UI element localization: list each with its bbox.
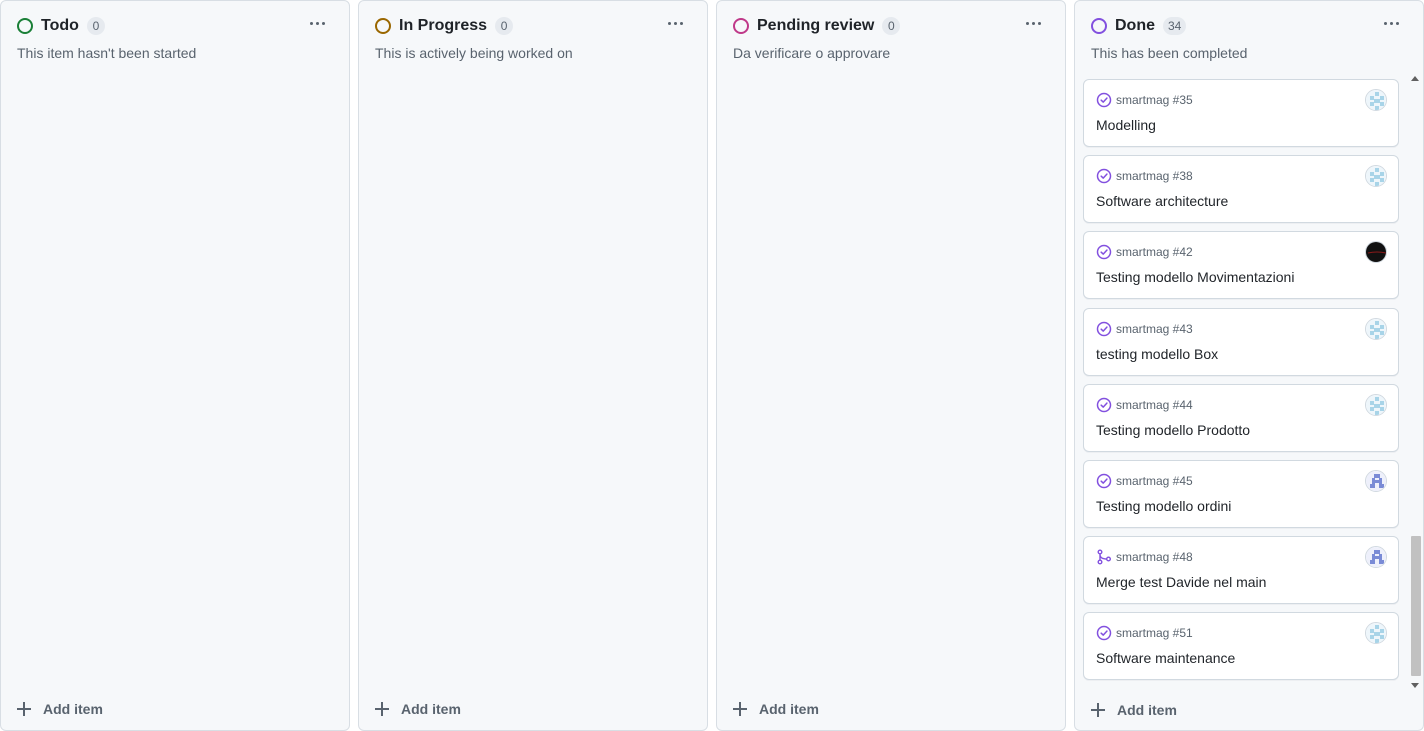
card-title: testing modello Box	[1096, 346, 1219, 362]
scrollbar-thumb[interactable]	[1411, 536, 1421, 676]
circle-pink-icon	[733, 18, 749, 34]
card-title: Software maintenance	[1096, 650, 1236, 666]
plus-icon	[733, 702, 747, 716]
assignee-avatar[interactable]	[1365, 394, 1387, 416]
issue-closed-icon	[1096, 473, 1112, 489]
project-board: Todo 0 This item hasn't been started Add…	[0, 0, 1424, 731]
column-todo: Todo 0 This item hasn't been started Add…	[0, 0, 350, 731]
assignee-avatar[interactable]	[1365, 89, 1387, 111]
column-description: Da verificare o approvare	[733, 45, 891, 61]
issue-reference: smartmag #38	[1116, 169, 1193, 183]
card-title: Testing modello Prodotto	[1096, 422, 1251, 438]
circle-purple-icon	[1091, 18, 1107, 34]
item-card[interactable]: smartmag #35 Modelling	[1083, 79, 1399, 147]
card-title: Testing modello ordini	[1096, 498, 1232, 514]
item-card[interactable]: smartmag #38 Software architecture	[1083, 155, 1399, 223]
item-count-badge: 34	[1163, 17, 1187, 35]
add-item-label: Add item	[1117, 702, 1177, 718]
plus-icon	[1091, 703, 1105, 717]
card-list: smartmag #35 Modelling smartmag #38 Soft…	[1083, 71, 1399, 695]
card-title: Modelling	[1096, 117, 1156, 133]
column-title: Pending review	[757, 17, 875, 34]
assignee-avatar[interactable]	[1365, 546, 1387, 568]
item-card[interactable]: smartmag #48 Merge test Davide nel main	[1083, 536, 1399, 604]
assignee-avatar[interactable]	[1365, 622, 1387, 644]
issue-reference: smartmag #43	[1116, 322, 1193, 336]
column-title: In Progress	[399, 17, 488, 34]
assignee-avatar[interactable]	[1365, 470, 1387, 492]
card-title: Merge test Davide nel main	[1096, 574, 1267, 590]
issue-closed-icon	[1096, 625, 1112, 641]
add-item-label: Add item	[43, 701, 103, 717]
column-description: This has been completed	[1091, 45, 1248, 61]
add-item-button[interactable]: Add item	[1091, 699, 1177, 721]
issue-reference: smartmag #35	[1116, 93, 1193, 107]
column-description: This item hasn't been started	[17, 45, 197, 61]
column-description: This is actively being worked on	[375, 45, 573, 61]
column-header: Pending review 0	[733, 15, 901, 37]
column-header: Done 34	[1091, 15, 1187, 37]
vertical-scrollbar[interactable]	[1408, 71, 1422, 691]
assignee-avatar[interactable]	[1365, 241, 1387, 263]
item-card[interactable]: smartmag #44 Testing modello Prodotto	[1083, 384, 1399, 452]
circle-green-icon	[17, 18, 33, 34]
column-options-button[interactable]	[1377, 11, 1405, 35]
item-card[interactable]: smartmag #42 Testing modello Movimentazi…	[1083, 231, 1399, 299]
add-item-button[interactable]: Add item	[733, 698, 819, 720]
issue-reference: smartmag #44	[1116, 398, 1193, 412]
assignee-avatar[interactable]	[1365, 165, 1387, 187]
column-title: Todo	[41, 17, 79, 34]
item-count-badge: 0	[495, 17, 514, 35]
item-card[interactable]: smartmag #43 testing modello Box	[1083, 308, 1399, 376]
column-header: In Progress 0	[375, 15, 514, 37]
pull-request-merged-icon	[1096, 549, 1112, 565]
issue-reference: smartmag #48	[1116, 550, 1193, 564]
plus-icon	[17, 702, 31, 716]
column-options-button[interactable]	[1019, 11, 1047, 35]
circle-yellow-icon	[375, 18, 391, 34]
card-title: Testing modello Movimentazioni	[1096, 269, 1295, 285]
item-count-badge: 0	[882, 17, 901, 35]
scroll-down-arrow-icon[interactable]	[1411, 683, 1419, 688]
column-options-button[interactable]	[661, 11, 689, 35]
scroll-up-arrow-icon[interactable]	[1411, 76, 1419, 81]
plus-icon	[375, 702, 389, 716]
column-header: Todo 0	[17, 15, 105, 37]
assignee-avatar[interactable]	[1365, 318, 1387, 340]
issue-reference: smartmag #42	[1116, 245, 1193, 259]
add-item-button[interactable]: Add item	[375, 698, 461, 720]
issue-closed-icon	[1096, 244, 1112, 260]
column-options-button[interactable]	[303, 11, 331, 35]
issue-closed-icon	[1096, 92, 1112, 108]
add-item-label: Add item	[401, 701, 461, 717]
item-count-badge: 0	[86, 17, 105, 35]
column-title: Done	[1115, 17, 1155, 34]
issue-closed-icon	[1096, 168, 1112, 184]
item-card[interactable]: smartmag #45 Testing modello ordini	[1083, 460, 1399, 528]
add-item-label: Add item	[759, 701, 819, 717]
card-title: Software architecture	[1096, 193, 1229, 209]
issue-closed-icon	[1096, 321, 1112, 337]
column-done: Done 34 This has been completed smartmag…	[1074, 0, 1424, 731]
item-card[interactable]: smartmag #51 Software maintenance	[1083, 612, 1399, 680]
issue-reference: smartmag #45	[1116, 474, 1193, 488]
add-item-button[interactable]: Add item	[17, 698, 103, 720]
column-in-progress: In Progress 0 This is actively being wor…	[358, 0, 708, 731]
issue-closed-icon	[1096, 397, 1112, 413]
issue-reference: smartmag #51	[1116, 626, 1193, 640]
column-pending-review: Pending review 0 Da verificare o approva…	[716, 0, 1066, 731]
